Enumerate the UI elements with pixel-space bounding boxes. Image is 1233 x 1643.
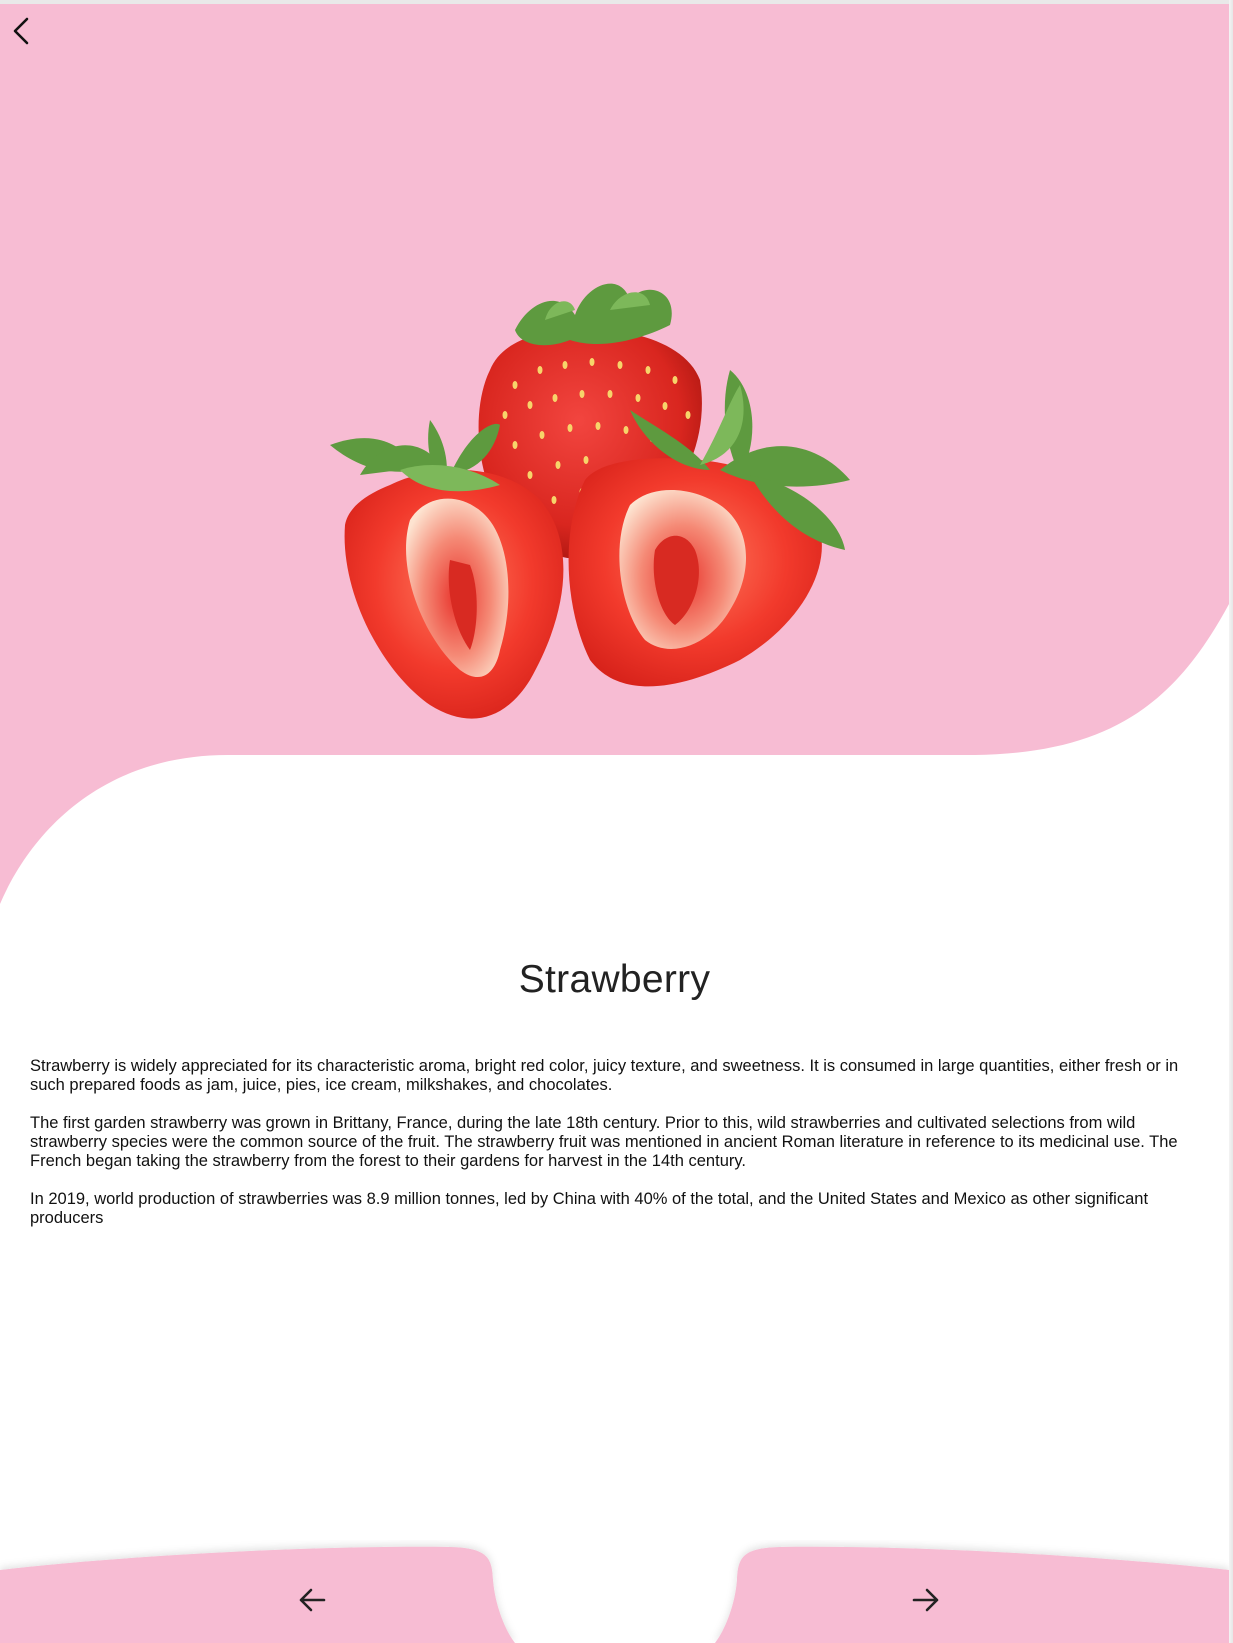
fruit-description: Strawberry is widely appreciated for its… [30,1057,1210,1247]
arrow-right-icon [912,1588,939,1612]
bottom-navigation-bar [0,1546,1229,1643]
next-tab-shape [715,1546,1229,1643]
screen-edge [1229,0,1233,1643]
arrow-left-icon [299,1588,326,1612]
description-paragraph: Strawberry is widely appreciated for its… [30,1057,1179,1094]
chevron-left-icon [13,17,29,45]
strawberry-image [330,283,850,719]
previous-button[interactable] [289,1580,335,1620]
description-paragraph: The first garden strawberry was grown in… [30,1114,1178,1170]
back-button[interactable] [4,14,38,48]
fruit-title: Strawberry [518,958,711,1001]
fruit-detail-screen: Strawberry Strawberry is widely apprecia… [0,0,1233,1643]
prev-tab-shape [0,1546,515,1643]
description-paragraph: In 2019, world production of strawberrie… [30,1190,1149,1227]
next-button[interactable] [903,1580,949,1620]
